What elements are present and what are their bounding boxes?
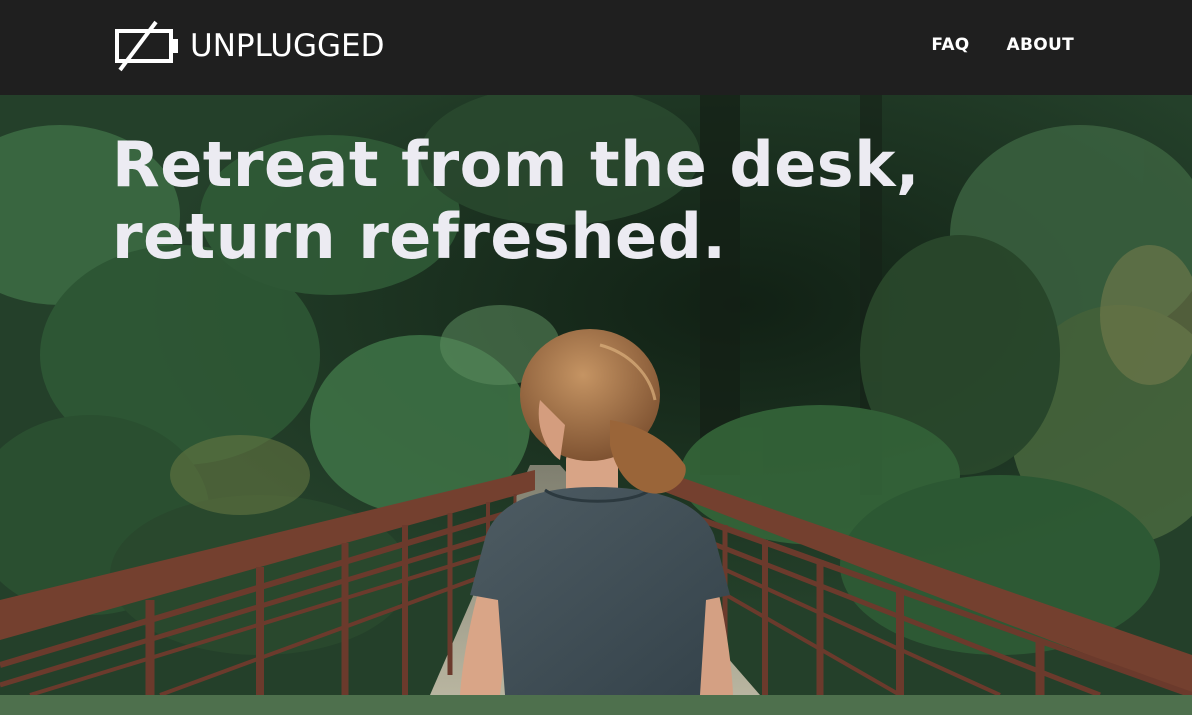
bottom-color-band — [0, 695, 1192, 715]
main-nav: FAQ ABOUT — [931, 31, 1074, 59]
unplugged-battery-icon — [115, 20, 178, 72]
hero-headline-line-1: Retreat from the desk, — [112, 128, 920, 201]
brand-logo-link[interactable]: UNPLUGGED — [114, 18, 385, 74]
brand-name: UNPLUGGED — [190, 28, 385, 64]
hero-section: Retreat from the desk, return refreshed. — [0, 95, 1192, 695]
nav-link-about[interactable]: ABOUT — [1007, 31, 1074, 59]
landing-page: UNPLUGGED FAQ ABOUT Retreat from the des… — [0, 0, 1192, 715]
hero-headline: Retreat from the desk, return refreshed. — [112, 129, 920, 273]
hero-headline-line-2: return refreshed. — [112, 200, 727, 273]
nav-link-faq[interactable]: FAQ — [931, 31, 969, 59]
site-header: UNPLUGGED FAQ ABOUT — [0, 0, 1192, 95]
